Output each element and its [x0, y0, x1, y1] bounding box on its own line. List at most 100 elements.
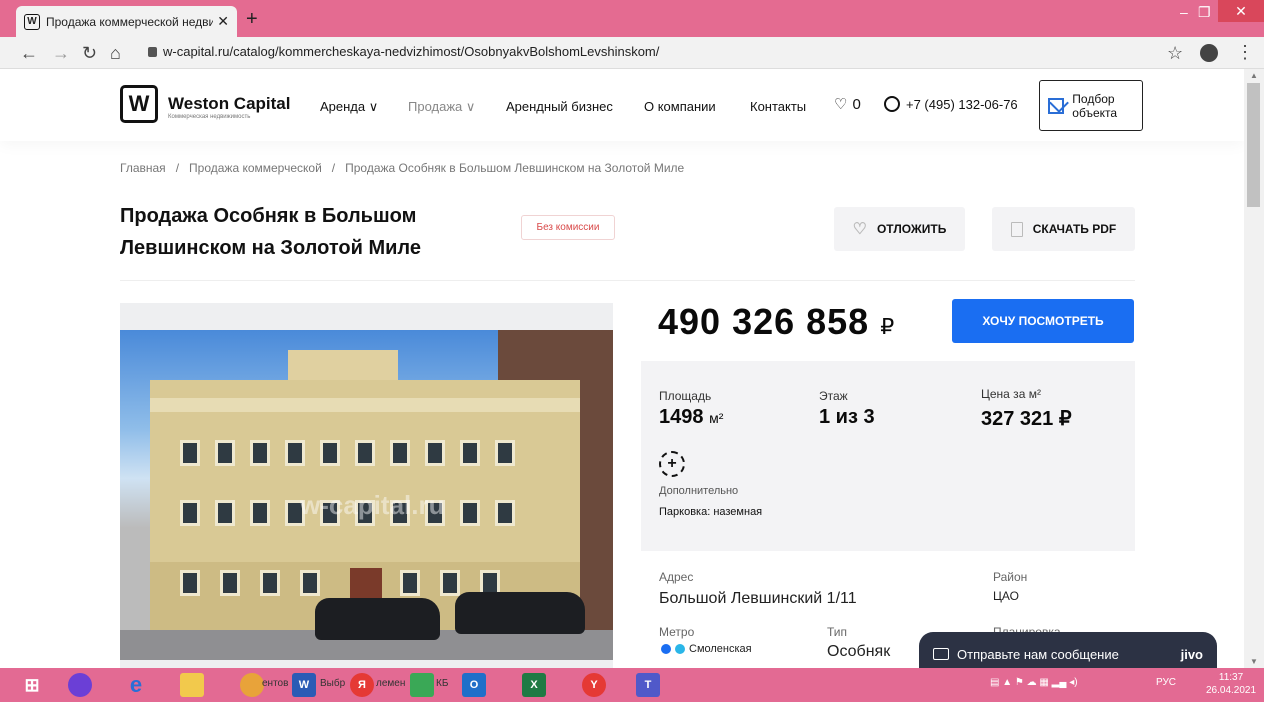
- home-icon[interactable]: ⌂: [110, 43, 121, 64]
- want-to-view-button[interactable]: ХОЧУ ПОСМОТРЕТЬ: [952, 299, 1134, 343]
- page-title: Продажа Особняк в Большом Левшинском на …: [120, 205, 421, 259]
- area-number: 1498: [659, 406, 704, 428]
- clock-time: 11:37: [1218, 672, 1244, 683]
- breadcrumb-separator: /: [175, 161, 180, 175]
- profile-icon[interactable]: [1200, 44, 1218, 62]
- file-explorer-icon[interactable]: [180, 673, 204, 697]
- brand-name[interactable]: Weston Capital: [168, 94, 290, 114]
- page-viewport: W Weston Capital Коммерческая недвижимос…: [0, 69, 1244, 668]
- phone-link[interactable]: +7 (495) 132-06-76: [884, 96, 1018, 112]
- document-icon: [1010, 221, 1023, 237]
- scroll-up-icon[interactable]: ▲: [1250, 71, 1258, 80]
- taskbar-item-label: Выбр: [320, 678, 346, 689]
- site-header: W Weston Capital Коммерческая недвижимос…: [0, 69, 1244, 141]
- photo-window: [355, 440, 375, 466]
- windows-taskbar: ⊞ e ентов W Выбр Я лемен КБ O X Y T ▤ ▲ …: [0, 668, 1264, 702]
- brand-subtitle: Коммерческая недвижимость: [168, 114, 251, 120]
- photo-window: [300, 570, 320, 596]
- outlook-icon[interactable]: O: [462, 673, 486, 697]
- photo-watermark: w-capital.ru: [300, 490, 445, 520]
- teams-icon[interactable]: T: [636, 673, 660, 697]
- plus-circle-icon[interactable]: +: [659, 451, 685, 477]
- metro-line-dot: [661, 644, 671, 654]
- photo-window: [440, 570, 460, 596]
- yandex-icon[interactable]: Я: [350, 673, 374, 697]
- maximize-icon[interactable]: ❐: [1198, 4, 1211, 21]
- input-language[interactable]: РУС: [1156, 677, 1176, 688]
- scrollbar-thumb[interactable]: [1247, 83, 1260, 207]
- breadcrumb-separator: /: [331, 161, 336, 175]
- alice-icon[interactable]: [68, 673, 92, 697]
- breadcrumb-sale[interactable]: Продажа коммерческой: [189, 161, 322, 175]
- bookmark-star-icon[interactable]: ☆: [1167, 43, 1183, 64]
- taskbar-item-label: КБ: [436, 678, 449, 689]
- nav-sale[interactable]: Продажа ∨: [408, 99, 475, 115]
- nav-rental-business[interactable]: Арендный бизнес: [506, 99, 613, 114]
- favorites-count: 0: [852, 95, 861, 113]
- reload-icon[interactable]: ↻: [82, 43, 97, 64]
- photo-window: [460, 440, 480, 466]
- browser-menu-icon[interactable]: ⋮: [1236, 42, 1254, 63]
- back-icon[interactable]: ←: [20, 43, 38, 64]
- photo-car: [315, 598, 440, 640]
- price-per-sqm-value: 327 321 ₽: [981, 408, 1072, 430]
- taskbar-item-label: лемен: [376, 678, 406, 689]
- system-clock[interactable]: 11:37 26.04.2021: [1206, 671, 1256, 697]
- nav-contacts[interactable]: Контакты: [750, 99, 806, 114]
- photo-window: [220, 570, 240, 596]
- favorites-link[interactable]: ♡ 0: [834, 95, 861, 114]
- chat-label: Отправьте нам сообщение: [957, 646, 1119, 662]
- new-tab-icon[interactable]: +: [246, 8, 258, 31]
- breadcrumb-home[interactable]: Главная: [120, 161, 166, 175]
- window-close-icon[interactable]: ✕: [1218, 0, 1264, 22]
- photo-window: [390, 440, 410, 466]
- browser-tab[interactable]: W Продажа коммерческой недви ✕: [16, 6, 237, 37]
- phone-number: +7 (495) 132-06-76: [906, 96, 1018, 112]
- chat-widget[interactable]: Отправьте нам сообщение jivo: [919, 632, 1217, 668]
- type-value: Особняк: [827, 643, 891, 660]
- forward-icon[interactable]: →: [52, 43, 70, 64]
- windows-start-icon[interactable]: ⊞: [20, 673, 44, 697]
- photo-window: [215, 500, 235, 526]
- word-icon[interactable]: W: [292, 673, 316, 697]
- close-tab-icon[interactable]: ✕: [217, 13, 229, 30]
- yandex-browser-icon[interactable]: Y: [582, 673, 606, 697]
- download-pdf-label: СКАЧАТЬ PDF: [1032, 222, 1117, 236]
- heart-icon: ♡: [852, 221, 867, 238]
- breadcrumb-current: Продажа Особняк в Большом Левшинском на …: [345, 161, 685, 175]
- logo-icon[interactable]: W: [120, 85, 158, 123]
- browser-titlebar: W Продажа коммерческой недви ✕ + – ❐ ✕: [0, 0, 1264, 37]
- photo-car: [455, 592, 585, 634]
- tray-icons[interactable]: ▤ ▲ ⚑ ☁ ▦ ▂▄ ◂): [990, 677, 1078, 688]
- district-value: ЦАО: [993, 589, 1019, 603]
- type-label: Тип: [827, 625, 848, 639]
- metro-label: Метро: [659, 625, 695, 639]
- vertical-scrollbar[interactable]: ▲ ▼: [1244, 69, 1264, 668]
- save-button[interactable]: ♡ ОТЛОЖИТЬ: [834, 207, 965, 251]
- edge-icon[interactable]: e: [124, 672, 148, 697]
- price-per-sqm-label: Цена за м²: [981, 387, 1041, 401]
- tab-title: Продажа коммерческой недви: [46, 14, 214, 29]
- price: 490 326 858 ₽: [658, 301, 895, 343]
- floor-value: 1 из 3: [819, 406, 875, 428]
- message-icon: [933, 648, 949, 660]
- nav-about[interactable]: О компании: [644, 99, 716, 114]
- area-unit: м²: [709, 410, 724, 426]
- site-favicon: W: [24, 13, 40, 30]
- envelope-icon: [1048, 97, 1065, 114]
- property-photo-gallery[interactable]: w-capital.ru: [120, 303, 613, 668]
- chart-app-icon[interactable]: [410, 673, 434, 697]
- area-value: 1498 м²: [659, 406, 723, 429]
- whatsapp-icon: [884, 96, 900, 112]
- price-currency: ₽: [880, 314, 896, 339]
- download-pdf-button[interactable]: СКАЧАТЬ PDF: [992, 207, 1135, 251]
- nav-rent[interactable]: Аренда ∨: [320, 99, 378, 115]
- scroll-down-icon[interactable]: ▼: [1250, 657, 1258, 666]
- address-bar: ← → ↻ ⌂ w-capital.ru/catalog/kommerchesk…: [0, 37, 1264, 69]
- url-field[interactable]: w-capital.ru/catalog/kommercheskaya-nedv…: [148, 44, 659, 59]
- excel-icon[interactable]: X: [522, 673, 546, 697]
- minimize-icon[interactable]: –: [1180, 4, 1188, 20]
- pick-property-button[interactable]: Подбор объекта: [1039, 80, 1143, 131]
- chrome-icon[interactable]: [240, 673, 264, 697]
- photo-window: [400, 570, 420, 596]
